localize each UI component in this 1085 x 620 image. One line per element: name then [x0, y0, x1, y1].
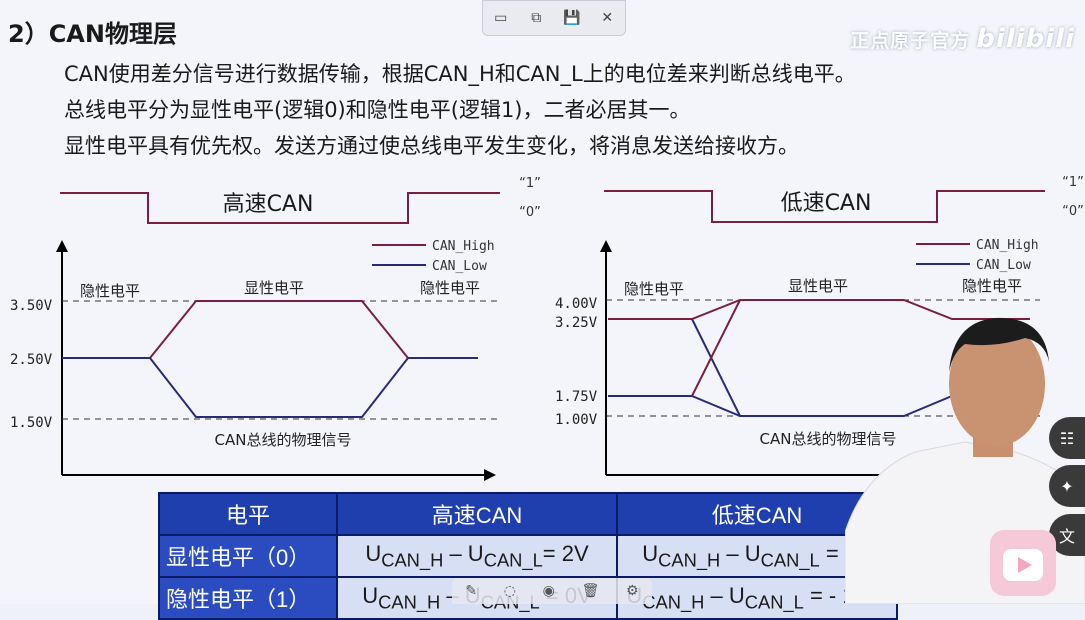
logic-label: 低速CAN: [781, 191, 872, 216]
sparkle-icon[interactable]: ✦: [1049, 465, 1085, 507]
recessive-left: 隐性电平: [624, 280, 684, 298]
y-axis-arrow: [56, 240, 68, 252]
slide: ▭ ⧉ 💾 ✕ 2）CAN物理层 正点原子官方 bilibili CAN使用差分信…: [0, 0, 1085, 620]
y-label-3v25: 3.25V: [555, 315, 598, 331]
bilibili-logo: bilibili: [976, 24, 1075, 54]
dominant-label: 显性电平: [788, 277, 848, 295]
table-header-row: 电平 高速CAN 低速CAN: [158, 492, 898, 536]
color-icon[interactable]: ◉: [543, 583, 555, 599]
high-speed-value: UCAN_H – UCAN_L= 2V: [336, 534, 618, 578]
recessive-left: 隐性电平: [80, 282, 140, 300]
recessive-right: 隐性电平: [420, 279, 480, 297]
dominant-label: 显性电平: [244, 279, 304, 297]
settings-icon[interactable]: ⚙: [626, 583, 639, 599]
floating-toolbar: ▭ ⧉ 💾 ✕: [482, 0, 626, 36]
row-label: 隐性电平（1）: [158, 576, 338, 620]
legend-high: CAN_High: [976, 238, 1039, 253]
text-line-1: CAN使用差分信号进行数据传输，根据CAN_H和CAN_L上的电位差来判断总线电…: [64, 62, 856, 86]
close-icon[interactable]: ✕: [596, 7, 618, 29]
y-label-1v50: 1.50V: [10, 415, 53, 431]
slide-title: 2）CAN物理层: [8, 20, 177, 48]
y-axis-arrow: [600, 240, 612, 252]
pen-icon[interactable]: ✎: [465, 583, 477, 599]
legend-high: CAN_High: [432, 239, 495, 254]
bottom-toolbar: ✎ ◌ ◉ 🗑 ⚙: [452, 578, 652, 604]
high-speed-diagram: 高速CAN “1” “0” CAN_High CAN_Low 3.50V 2.5…: [10, 176, 541, 481]
trash-icon[interactable]: 🗑: [582, 583, 600, 599]
y-label-2v50: 2.50V: [10, 352, 53, 368]
can-low-transition-1: [691, 318, 741, 417]
brand-watermark: 正点原子官方 bilibili: [850, 24, 1075, 54]
brand-name: 正点原子官方: [850, 30, 971, 52]
header-level: 电平: [158, 492, 338, 536]
header-high-speed: 高速CAN: [336, 492, 618, 536]
legend-low: CAN_Low: [976, 258, 1031, 273]
save-icon[interactable]: 💾: [561, 7, 583, 29]
tv-play-icon[interactable]: [990, 530, 1056, 596]
text-line-2: 总线电平分为显性电平(逻辑0)和隐性电平(逻辑1)，二者必居其一。: [64, 98, 691, 122]
eraser-icon[interactable]: ◌: [504, 583, 516, 599]
logic-zero: “0”: [1062, 204, 1084, 219]
x-axis-arrow: [484, 469, 496, 481]
value: 2V: [561, 540, 589, 566]
caption: CAN总线的物理信号: [215, 431, 352, 449]
logic-zero: “0”: [519, 205, 541, 220]
text-line-3: 显性电平具有优先权。发送方通过使总线电平发生变化，将消息发送给接收方。: [64, 134, 799, 158]
subtitle-icon[interactable]: ☷: [1049, 417, 1085, 459]
can-high-transition-1: [691, 299, 741, 397]
logic-label: 高速CAN: [223, 192, 314, 217]
y-label-3v50: 3.50V: [10, 298, 53, 314]
y-label-1v00: 1.00V: [555, 412, 598, 428]
row-label: 显性电平（0）: [158, 534, 338, 578]
y-label-4v00: 4.00V: [555, 296, 598, 312]
legend-low: CAN_Low: [432, 259, 487, 274]
copy-icon[interactable]: ⧉: [525, 7, 547, 29]
window-icon[interactable]: ▭: [490, 7, 512, 29]
y-label-1v75: 1.75V: [555, 389, 598, 405]
logic-one: “1”: [519, 176, 541, 191]
can-low-line: [62, 357, 478, 418]
can-high-line: [62, 300, 478, 359]
logic-one: “1”: [1062, 175, 1084, 190]
table-row: 显性电平（0） UCAN_H – UCAN_L= 2V UCAN_H – UCA…: [158, 534, 898, 578]
